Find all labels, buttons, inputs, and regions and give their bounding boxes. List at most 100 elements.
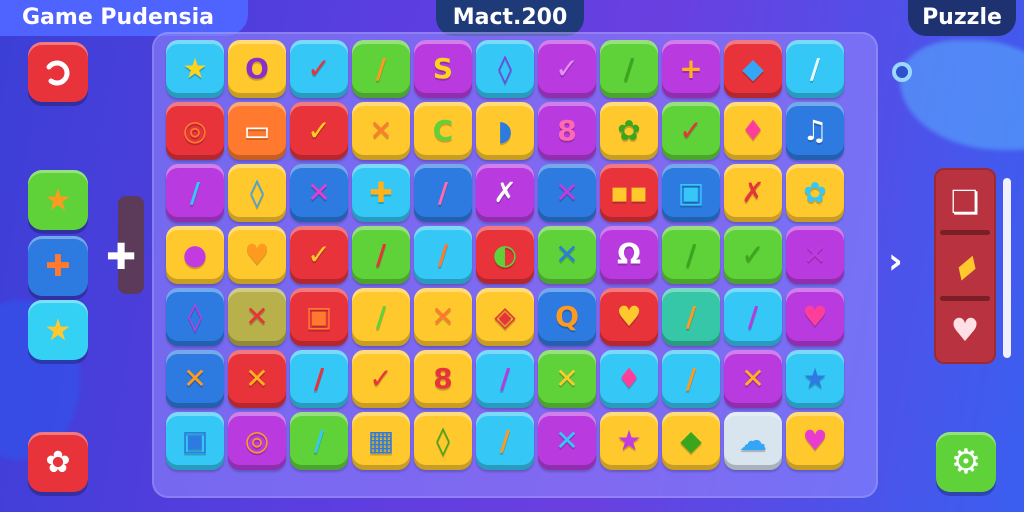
board-tile[interactable]: Q — [538, 288, 596, 346]
board-tile[interactable]: ✓ — [662, 102, 720, 160]
board-tile[interactable]: ♥ — [786, 412, 844, 470]
board-tile[interactable]: ▣ — [166, 412, 224, 470]
tray-scrollbar[interactable] — [1003, 178, 1011, 358]
board-tile[interactable]: ● — [166, 226, 224, 284]
gift-button[interactable]: ✚ — [28, 236, 88, 296]
board-tile[interactable]: ▣ — [290, 288, 348, 346]
board-tile[interactable]: ✕ — [538, 164, 596, 222]
board-tile[interactable]: / — [662, 226, 720, 284]
board-tile[interactable]: 8 — [538, 102, 596, 160]
board-tile[interactable]: / — [352, 288, 410, 346]
board-tile[interactable]: ✕ — [414, 288, 472, 346]
board-tile[interactable]: ◎ — [166, 102, 224, 160]
tile-symbol-icon: ▣ — [677, 176, 705, 209]
board-tile[interactable]: ◈ — [476, 288, 534, 346]
board-tile[interactable]: ◎ — [228, 412, 286, 470]
board-tile[interactable]: ✓ — [290, 226, 348, 284]
board-tile[interactable]: ♫ — [786, 102, 844, 160]
board-tile[interactable]: ✓ — [290, 40, 348, 98]
star-leaf-button[interactable]: ★ — [28, 170, 88, 230]
board-tile[interactable]: ✿ — [786, 164, 844, 222]
undo-icon — [46, 60, 70, 86]
board-tile[interactable]: C — [414, 102, 472, 160]
tile-symbol-icon: ▦ — [367, 424, 395, 457]
next-arrow-icon[interactable]: › — [888, 244, 903, 280]
board-tile[interactable]: ◆ — [662, 412, 720, 470]
board-tile[interactable]: ◗ — [476, 102, 534, 160]
board-tile[interactable]: ✗ — [724, 164, 782, 222]
board-tile[interactable]: + — [662, 40, 720, 98]
board-tile[interactable]: ✕ — [228, 350, 286, 408]
board-tile[interactable]: ✚ — [352, 164, 410, 222]
tile-symbol-icon: ✚ — [369, 176, 393, 209]
tile-symbol-icon: O — [245, 52, 269, 85]
board-tile[interactable]: ✕ — [352, 102, 410, 160]
board-tile[interactable]: ▭ — [228, 102, 286, 160]
board-tile[interactable]: / — [414, 226, 472, 284]
board-tile[interactable]: ♥ — [228, 226, 286, 284]
bandage-icon: ▰ — [943, 243, 987, 289]
heart-item[interactable]: ♥ — [934, 300, 996, 360]
board-tile[interactable]: ◊ — [476, 40, 534, 98]
board-tile[interactable]: ♦ — [600, 350, 658, 408]
board-tile[interactable]: Ω — [600, 226, 658, 284]
board-tile[interactable]: ★ — [166, 40, 224, 98]
board-tile[interactable]: ♦ — [724, 102, 782, 160]
undo-button[interactable] — [28, 42, 88, 102]
board-tile[interactable]: / — [352, 40, 410, 98]
bandage-item[interactable]: ▰ — [934, 236, 996, 296]
board-tile[interactable]: ★ — [786, 350, 844, 408]
puzzle-button[interactable]: ✿ — [28, 432, 88, 492]
tile-symbol-icon: / — [313, 424, 325, 457]
board-tile[interactable]: O — [228, 40, 286, 98]
item-tray: ❏ ▰ ♥ — [934, 168, 996, 364]
board-tile[interactable]: ◊ — [166, 288, 224, 346]
board-tile[interactable]: ★ — [600, 412, 658, 470]
board-tile[interactable]: / — [476, 412, 534, 470]
tile-symbol-icon: ◐ — [492, 238, 518, 271]
board-tile[interactable]: S — [414, 40, 472, 98]
board-tile[interactable]: / — [662, 350, 720, 408]
board-tile[interactable]: / — [414, 164, 472, 222]
board-tile[interactable]: ✕ — [538, 412, 596, 470]
board-tile[interactable]: ✕ — [786, 226, 844, 284]
board-tile[interactable]: ◆ — [724, 40, 782, 98]
board-tile[interactable]: ✕ — [538, 350, 596, 408]
board-tile[interactable]: ◊ — [414, 412, 472, 470]
board-tile[interactable]: ◊ — [228, 164, 286, 222]
board-tile[interactable]: ♥ — [600, 288, 658, 346]
board-tile[interactable]: ✓ — [352, 350, 410, 408]
board-tile[interactable]: ✗ — [476, 164, 534, 222]
board-tile[interactable]: / — [476, 350, 534, 408]
board-tile[interactable]: ✕ — [228, 288, 286, 346]
settings-button[interactable]: ⚙ — [936, 432, 996, 492]
board-tile[interactable]: / — [290, 412, 348, 470]
board-tile[interactable]: / — [290, 350, 348, 408]
board-tile[interactable]: / — [166, 164, 224, 222]
tile-symbol-icon: ▣ — [305, 300, 333, 333]
board-tile[interactable]: ✕ — [538, 226, 596, 284]
board-tile[interactable]: ☁ — [724, 412, 782, 470]
tile-symbol-icon: ◗ — [497, 114, 513, 147]
tile-symbol-icon: / — [437, 238, 449, 271]
board-tile[interactable]: ♥ — [786, 288, 844, 346]
board-tile[interactable]: / — [662, 288, 720, 346]
board-tile[interactable]: ✓ — [724, 226, 782, 284]
board-tile[interactable]: ✓ — [538, 40, 596, 98]
board-tile[interactable]: / — [600, 40, 658, 98]
board-tile[interactable]: 8 — [414, 350, 472, 408]
board-tile[interactable]: / — [724, 288, 782, 346]
board-tile[interactable]: ✕ — [724, 350, 782, 408]
board-tile[interactable]: ✿ — [600, 102, 658, 160]
board-tile[interactable]: ✕ — [290, 164, 348, 222]
board-tile[interactable]: ▦ — [352, 412, 410, 470]
board-tile[interactable]: / — [352, 226, 410, 284]
board-tile[interactable]: / — [786, 40, 844, 98]
board-tile[interactable]: ✓ — [290, 102, 348, 160]
star-button[interactable]: ★ — [28, 300, 88, 360]
board-tile[interactable]: ◐ — [476, 226, 534, 284]
board-tile[interactable]: ▪▪ — [600, 164, 658, 222]
cards-item[interactable]: ❏ — [934, 172, 996, 232]
board-tile[interactable]: ✕ — [166, 350, 224, 408]
board-tile[interactable]: ▣ — [662, 164, 720, 222]
